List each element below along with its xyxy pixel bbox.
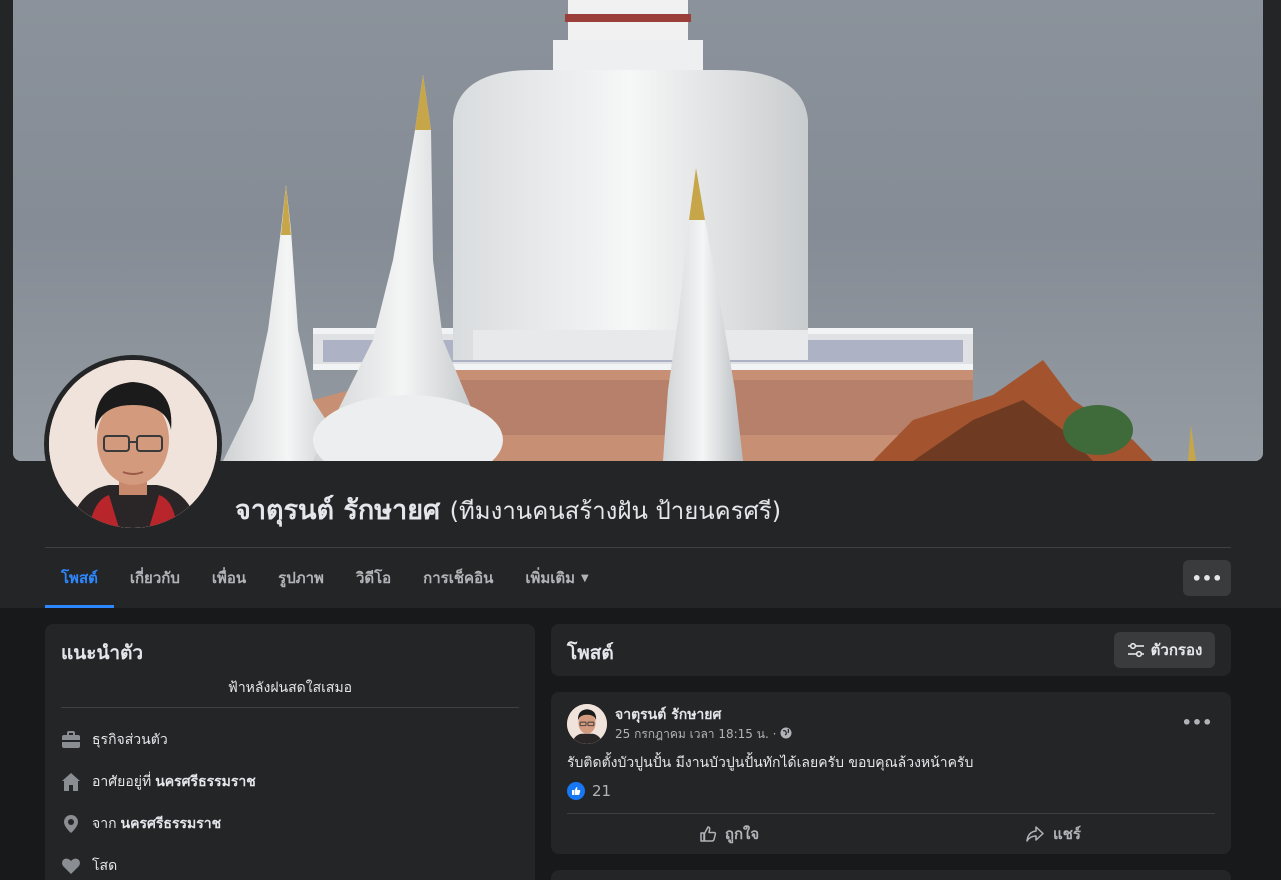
tab-about[interactable]: เกี่ยวกับ (114, 548, 196, 608)
next-post-card (551, 870, 1231, 880)
ellipsis-icon: ••• (1181, 712, 1213, 732)
filter-label: ตัวกรอง (1150, 641, 1203, 659)
intro-item-work-text: ธุรกิจส่วนตัว (92, 732, 168, 748)
intro-item-lives-in: อาศัยอยู่ที่ นครศรีธรรมราช (61, 771, 256, 793)
home-icon (61, 772, 81, 792)
like-button[interactable]: ถูกใจ (567, 818, 891, 850)
tab-more-label: เพิ่มเติม (525, 569, 576, 587)
intro-item-from-place[interactable]: นครศรีธรรมราช (121, 813, 222, 835)
posts-title: โพสต์ (567, 642, 614, 664)
profile-name: จาตุรนต์ รักษายศ (ทีมงานคนสร้างฝัน ป้ายน… (235, 488, 781, 531)
tab-about-label: เกี่ยวกับ (129, 569, 180, 587)
intro-divider (61, 707, 519, 708)
post-divider (567, 813, 1215, 814)
tab-checkins[interactable]: การเช็คอิน (407, 548, 509, 608)
heart-icon (61, 856, 81, 876)
profile-alternate-name: (ทีมงานคนสร้างฝัน ป้ายนครศรี) (449, 497, 782, 525)
intro-item-from-text: จาก (92, 816, 117, 832)
intro-item-lives-in-text: อาศัยอยู่ที่ (92, 774, 152, 790)
tab-photos-label: รูปภาพ (278, 569, 324, 587)
location-pin-icon (61, 814, 81, 834)
intro-item-relationship: โสด (61, 855, 117, 877)
post-author-name[interactable]: จาตุรนต์ รักษายศ (615, 704, 721, 726)
post-timestamp[interactable]: 25 กรกฎาคม เวลา 18:15 น. · (615, 725, 776, 744)
thumbs-up-icon (700, 826, 717, 842)
posts-header: โพสต์ ตัวกรอง (551, 624, 1231, 676)
share-label: แชร์ (1053, 825, 1081, 843)
profile-picture[interactable] (44, 355, 222, 533)
post-author-avatar[interactable] (567, 704, 607, 744)
avatar (49, 360, 217, 528)
tab-friends[interactable]: เพื่อน (196, 548, 262, 608)
intro-title: แนะนำตัว (61, 642, 144, 664)
intro-item-work: ธุรกิจส่วนตัว (61, 729, 168, 751)
share-button[interactable]: แชร์ (891, 818, 1215, 850)
profile-name-main: จาตุรนต์ รักษายศ (235, 495, 441, 526)
globe-icon (780, 727, 792, 742)
post-text: รับติดตั้งบัวปูนปั้น มีงานบัวปูนปั้นทักไ… (567, 755, 974, 771)
post-reactions[interactable]: 21 (567, 782, 611, 800)
share-icon (1026, 826, 1044, 842)
post-actions: ถูกใจ แชร์ (567, 818, 1215, 850)
profile-more-button[interactable]: ••• (1183, 560, 1231, 596)
filter-icon (1127, 642, 1144, 658)
tab-checkins-label: การเช็คอิน (423, 569, 494, 587)
like-reaction-icon (567, 782, 585, 800)
tab-videos[interactable]: วิดีโอ (340, 548, 407, 608)
tab-friends-label: เพื่อน (211, 569, 247, 587)
tab-videos-label: วิดีโอ (355, 569, 392, 587)
ellipsis-icon: ••• (1191, 568, 1223, 588)
profile-tabs: โพสต์ เกี่ยวกับ เพื่อน รูปภาพ วิดีโอ การ… (45, 548, 605, 608)
intro-item-relationship-text: โสด (92, 858, 118, 874)
intro-item-lives-in-place[interactable]: นครศรีธรรมราช (155, 771, 256, 793)
intro-bio: ฟ้าหลังฝนสดใสเสมอ (227, 680, 353, 696)
post-options-button[interactable]: ••• (1181, 708, 1213, 736)
tab-more[interactable]: เพิ่มเติม ▼ (509, 548, 604, 608)
like-label: ถูกใจ (724, 825, 760, 843)
tab-posts[interactable]: โพสต์ (45, 548, 114, 608)
intro-item-from: จาก นครศรีธรรมราช (61, 813, 221, 835)
filter-button[interactable]: ตัวกรอง (1114, 632, 1215, 668)
tab-posts-label: โพสต์ (61, 569, 98, 587)
caret-down-icon: ▼ (581, 572, 589, 584)
briefcase-icon (61, 730, 81, 750)
post-meta: 25 กรกฎาคม เวลา 18:15 น. · (615, 725, 792, 744)
intro-card: แนะนำตัว ฟ้าหลังฝนสดใสเสมอ ธุรกิจส่วนตัว… (45, 624, 535, 880)
post-card: จาตุรนต์ รักษายศ 25 กรกฎาคม เวลา 18:15 น… (551, 692, 1231, 854)
like-count: 21 (592, 782, 612, 800)
tab-photos[interactable]: รูปภาพ (262, 548, 340, 608)
